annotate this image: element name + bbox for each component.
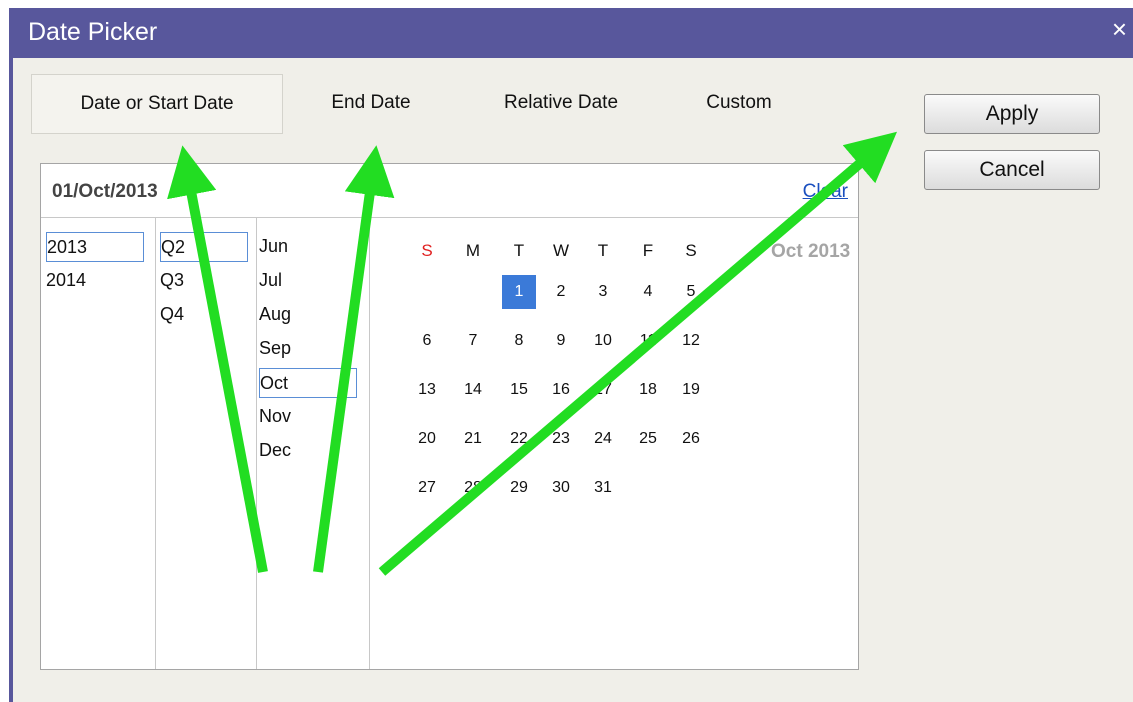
window-left-border xyxy=(9,58,13,702)
calendar-day[interactable]: 21 xyxy=(456,422,490,456)
calendar-day[interactable]: 7 xyxy=(456,324,490,358)
calendar-day[interactable]: 24 xyxy=(586,422,620,456)
month-list: Jun Jul Aug Sep Oct Nov Dec xyxy=(257,218,370,669)
calendar-day[interactable]: 28 xyxy=(456,471,490,505)
panel-header: 01/Oct/2013 Clear xyxy=(41,164,858,218)
month-item[interactable]: Dec xyxy=(259,436,355,464)
tab-end-date[interactable]: End Date xyxy=(306,74,436,132)
tab-relative-date[interactable]: Relative Date xyxy=(476,74,646,132)
tab-date-or-start-date[interactable]: Date or Start Date xyxy=(31,74,283,134)
calendar-day[interactable]: 11 xyxy=(631,324,665,358)
cancel-button[interactable]: Cancel xyxy=(924,150,1100,190)
year-item[interactable]: 2014 xyxy=(46,266,142,294)
calendar-day[interactable]: 5 xyxy=(674,275,708,309)
calendar-day[interactable]: 30 xyxy=(544,471,578,505)
window-title: Date Picker xyxy=(28,18,158,46)
date-selection-panel: 01/Oct/2013 Clear 2013 2014 Q2 Q3 Q4 Jun Jul… xyxy=(40,163,859,670)
calendar-day[interactable]: 20 xyxy=(410,422,444,456)
calendar-day[interactable]: 27 xyxy=(410,471,444,505)
calendar-day[interactable]: 6 xyxy=(410,324,444,358)
calendar-day[interactable]: 19 xyxy=(674,373,708,407)
calendar-day[interactable]: 4 xyxy=(631,275,665,309)
calendar-day[interactable]: 22 xyxy=(502,422,536,456)
calendar-day[interactable]: 18 xyxy=(631,373,665,407)
weekday-header: S xyxy=(421,241,433,260)
calendar-day[interactable]: 14 xyxy=(456,373,490,407)
month-item[interactable]: Nov xyxy=(259,402,355,430)
weekday-header: T xyxy=(513,241,525,260)
apply-button[interactable]: Apply xyxy=(924,94,1100,134)
calendar-day[interactable]: 17 xyxy=(586,373,620,407)
quarter-item[interactable]: Q3 xyxy=(160,266,246,294)
calendar-day[interactable]: 8 xyxy=(502,324,536,358)
month-item[interactable]: Jul xyxy=(259,266,355,294)
weekday-header: T xyxy=(597,241,609,260)
month-item[interactable]: Aug xyxy=(259,300,355,328)
selected-date-display: 01/Oct/2013 xyxy=(52,181,158,202)
weekday-header: S xyxy=(685,241,697,260)
calendar-day[interactable]: 1 xyxy=(502,275,536,309)
calendar-day[interactable]: 25 xyxy=(631,422,665,456)
month-item[interactable]: Sep xyxy=(259,334,355,362)
calendar-day[interactable]: 13 xyxy=(410,373,444,407)
weekday-header: F xyxy=(642,241,654,260)
calendar-day[interactable]: 15 xyxy=(502,373,536,407)
calendar-day[interactable]: 9 xyxy=(544,324,578,358)
quarter-item[interactable]: Q4 xyxy=(160,300,246,328)
weekday-header: W xyxy=(552,241,570,260)
calendar-day[interactable]: 23 xyxy=(544,422,578,456)
tab-custom[interactable]: Custom xyxy=(684,74,794,132)
title-bar: Date Picker × xyxy=(9,8,1133,58)
month-item[interactable]: Jun xyxy=(259,232,355,260)
calendar-day[interactable]: 10 xyxy=(586,324,620,358)
calendar-day[interactable]: 31 xyxy=(586,471,620,505)
calendar-day[interactable]: 3 xyxy=(586,275,620,309)
date-picker-dialog: Date Picker × Date or Start Date End Dat… xyxy=(9,8,1133,702)
calendar-day[interactable]: 2 xyxy=(544,275,578,309)
calendar-day[interactable]: 12 xyxy=(674,324,708,358)
quarter-list: Q2 Q3 Q4 xyxy=(156,218,257,669)
calendar-month-label: Oct 2013 xyxy=(771,241,851,262)
month-item[interactable]: Oct xyxy=(259,368,357,398)
calendar-day[interactable]: 16 xyxy=(544,373,578,407)
quarter-item[interactable]: Q2 xyxy=(160,232,248,262)
close-icon[interactable]: × xyxy=(1112,14,1127,44)
calendar-day[interactable]: 26 xyxy=(674,422,708,456)
calendar-day[interactable]: 29 xyxy=(502,471,536,505)
weekday-header: M xyxy=(465,241,481,260)
year-item[interactable]: 2013 xyxy=(46,232,144,262)
year-list: 2013 2014 xyxy=(41,218,156,669)
clear-link[interactable]: Clear xyxy=(803,181,848,203)
